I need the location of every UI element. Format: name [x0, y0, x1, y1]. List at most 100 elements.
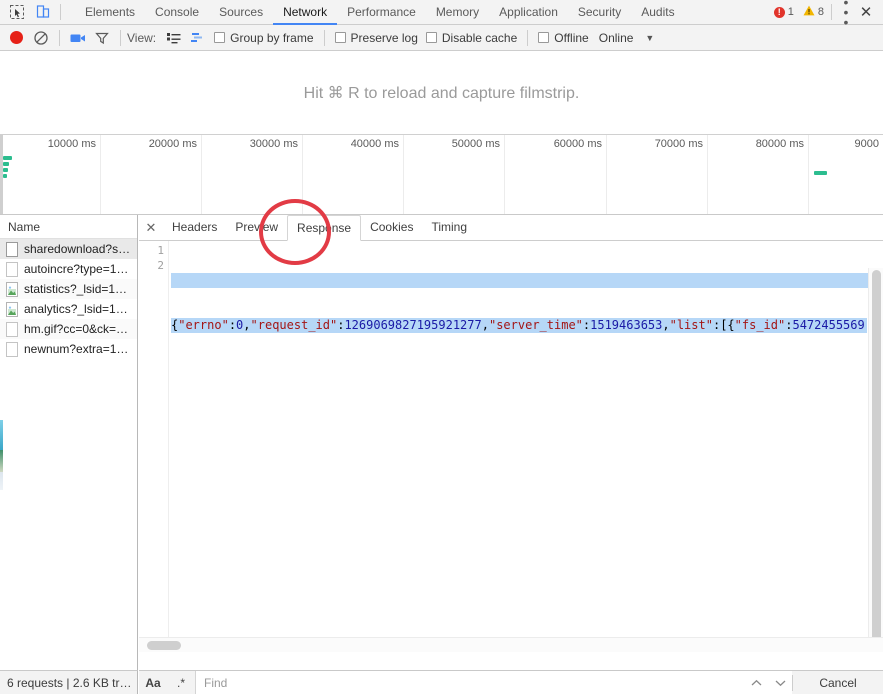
preserve-log-label: Preserve log [350, 30, 418, 45]
vertical-dots-icon[interactable]: • • • [837, 0, 855, 29]
tab-preview[interactable]: Preview [226, 215, 287, 240]
tab-headers[interactable]: Headers [163, 215, 226, 240]
json-token: 5472455569 [792, 318, 865, 332]
document-icon [6, 321, 19, 337]
warning-badge[interactable]: 8 [796, 5, 824, 19]
tab-sources[interactable]: Sources [209, 0, 273, 25]
devtools-window: Elements Console Sources Network Perform… [0, 0, 883, 694]
json-token: "errno" [178, 318, 229, 332]
json-token: "request_id" [250, 318, 338, 332]
response-code[interactable]: {"errno":0,"request_id":1269069827195921… [171, 243, 883, 652]
tab-console[interactable]: Console [145, 0, 209, 25]
device-toolbar-icon[interactable] [30, 0, 56, 24]
filmstrip-panel: Hit ⌘ R to reload and capture filmstrip. [0, 51, 883, 135]
scrollbar-thumb[interactable] [872, 270, 881, 652]
tab-memory[interactable]: Memory [426, 0, 489, 25]
offline-checkbox[interactable]: Offline [538, 30, 589, 45]
preserve-log-checkbox[interactable]: Preserve log [334, 30, 418, 45]
clear-icon[interactable] [29, 27, 53, 49]
disable-cache-label: Disable cache [441, 30, 518, 45]
response-horizontal-scrollbar[interactable] [139, 637, 883, 652]
warning-count: 8 [817, 6, 824, 18]
waterfall-view-icon[interactable] [186, 27, 210, 49]
tab-timing[interactable]: Timing [422, 215, 476, 240]
error-badge[interactable]: 1 [773, 6, 794, 18]
devtools-tabbar: Elements Console Sources Network Perform… [0, 0, 883, 29]
view-label: View: [127, 30, 157, 45]
json-token: : [228, 318, 237, 332]
filter-funnel-icon[interactable] [90, 27, 114, 49]
tabbar-right-divider [831, 4, 832, 20]
overview-gridline [808, 135, 809, 214]
tab-security[interactable]: Security [568, 0, 631, 25]
tabbar-divider [60, 4, 61, 20]
close-icon[interactable]: ✕ [139, 220, 163, 236]
response-line-1 [171, 273, 883, 288]
request-name: sharedownload?s… [24, 242, 131, 256]
overview-tick-label: 20000 ms [148, 138, 197, 150]
scrollbar-thumb[interactable] [147, 641, 181, 650]
record-icon[interactable] [10, 31, 23, 44]
cancel-button[interactable]: Cancel [793, 671, 883, 694]
group-by-frame-checkbox[interactable]: Group by frame [214, 31, 314, 45]
camera-icon[interactable] [66, 27, 90, 49]
document-icon [6, 261, 19, 277]
overview-gridline [100, 135, 101, 214]
request-name: hm.gif?cc=0&ck=… [24, 322, 129, 336]
toolbar-divider-1 [59, 29, 60, 46]
filmstrip-message: Hit ⌘ R to reload and capture filmstrip. [303, 84, 580, 102]
json-token: 1269069827195921277 [344, 318, 482, 332]
request-row-2[interactable]: statistics?_lsid=1… [0, 279, 137, 299]
line-number: 2 [157, 259, 164, 272]
overview-tick-label: 80000 ms [755, 138, 804, 150]
request-row-4[interactable]: hm.gif?cc=0&ck=… [0, 319, 137, 339]
overview-request-bar [3, 174, 7, 178]
tab-audits[interactable]: Audits [631, 0, 684, 25]
tab-cookies[interactable]: Cookies [361, 215, 422, 240]
chevron-up-icon[interactable] [744, 671, 768, 694]
disable-cache-checkbox[interactable]: Disable cache [425, 30, 518, 45]
tabbar-right-controls: 1 8 ••• ✕ [773, 0, 883, 29]
offline-label: Offline [554, 30, 589, 45]
overview-tick-label: 10000 ms [47, 138, 96, 150]
overview-gridline [707, 135, 708, 214]
network-toolbar: View: Group by frame Preserve log Disabl… [0, 25, 883, 51]
list-view-icon[interactable] [162, 27, 186, 49]
tab-network[interactable]: Network [273, 0, 337, 25]
network-overview[interactable]: 10000 ms 20000 ms 30000 ms 40000 ms 5000… [0, 135, 883, 215]
request-row-5[interactable]: newnum?extra=1… [0, 339, 137, 359]
overview-tick-label: 70000 ms [654, 138, 703, 150]
request-row-3[interactable]: analytics?_lsid=1… [0, 299, 137, 319]
chevron-down-icon[interactable]: ▼ [645, 33, 654, 43]
request-row-1[interactable]: autoincre?type=1… [0, 259, 137, 279]
response-body[interactable]: 1 2 {"errno":0,"request_id":126906982719… [139, 241, 883, 652]
json-token: "server_time" [488, 318, 583, 332]
tab-application[interactable]: Application [489, 0, 568, 25]
requests-column-header[interactable]: Name [0, 215, 137, 239]
request-row-0[interactable]: sharedownload?s… [0, 239, 137, 259]
tab-elements[interactable]: Elements [75, 0, 145, 25]
overview-gridline [302, 135, 303, 214]
overview-gridline [403, 135, 404, 214]
line-number-gutter: 1 2 [139, 241, 169, 652]
json-token: , [662, 318, 670, 332]
toolbar-divider-3 [323, 29, 325, 46]
network-status-bar: 6 requests | 2.6 KB tr… [0, 670, 138, 694]
search-input[interactable] [195, 671, 744, 694]
close-icon[interactable]: ✕ [855, 3, 877, 21]
tab-response[interactable]: Response [287, 215, 362, 241]
tabbar-left-icons [0, 0, 69, 24]
response-vertical-scrollbar[interactable] [868, 268, 883, 652]
tab-performance[interactable]: Performance [337, 0, 426, 25]
json-token: "fs_id" [734, 318, 786, 332]
overview-request-bar [3, 156, 12, 160]
regex-button[interactable]: .* [167, 671, 195, 694]
chevron-down-icon[interactable] [768, 671, 792, 694]
match-case-button[interactable]: Aa [139, 671, 167, 694]
inspect-element-icon[interactable] [4, 0, 30, 24]
edge-artifact [0, 472, 3, 490]
image-document-icon [6, 281, 19, 297]
throttling-select-value[interactable]: Online [599, 31, 634, 45]
checkbox-box [538, 32, 550, 43]
overview-request-bar [3, 168, 8, 172]
